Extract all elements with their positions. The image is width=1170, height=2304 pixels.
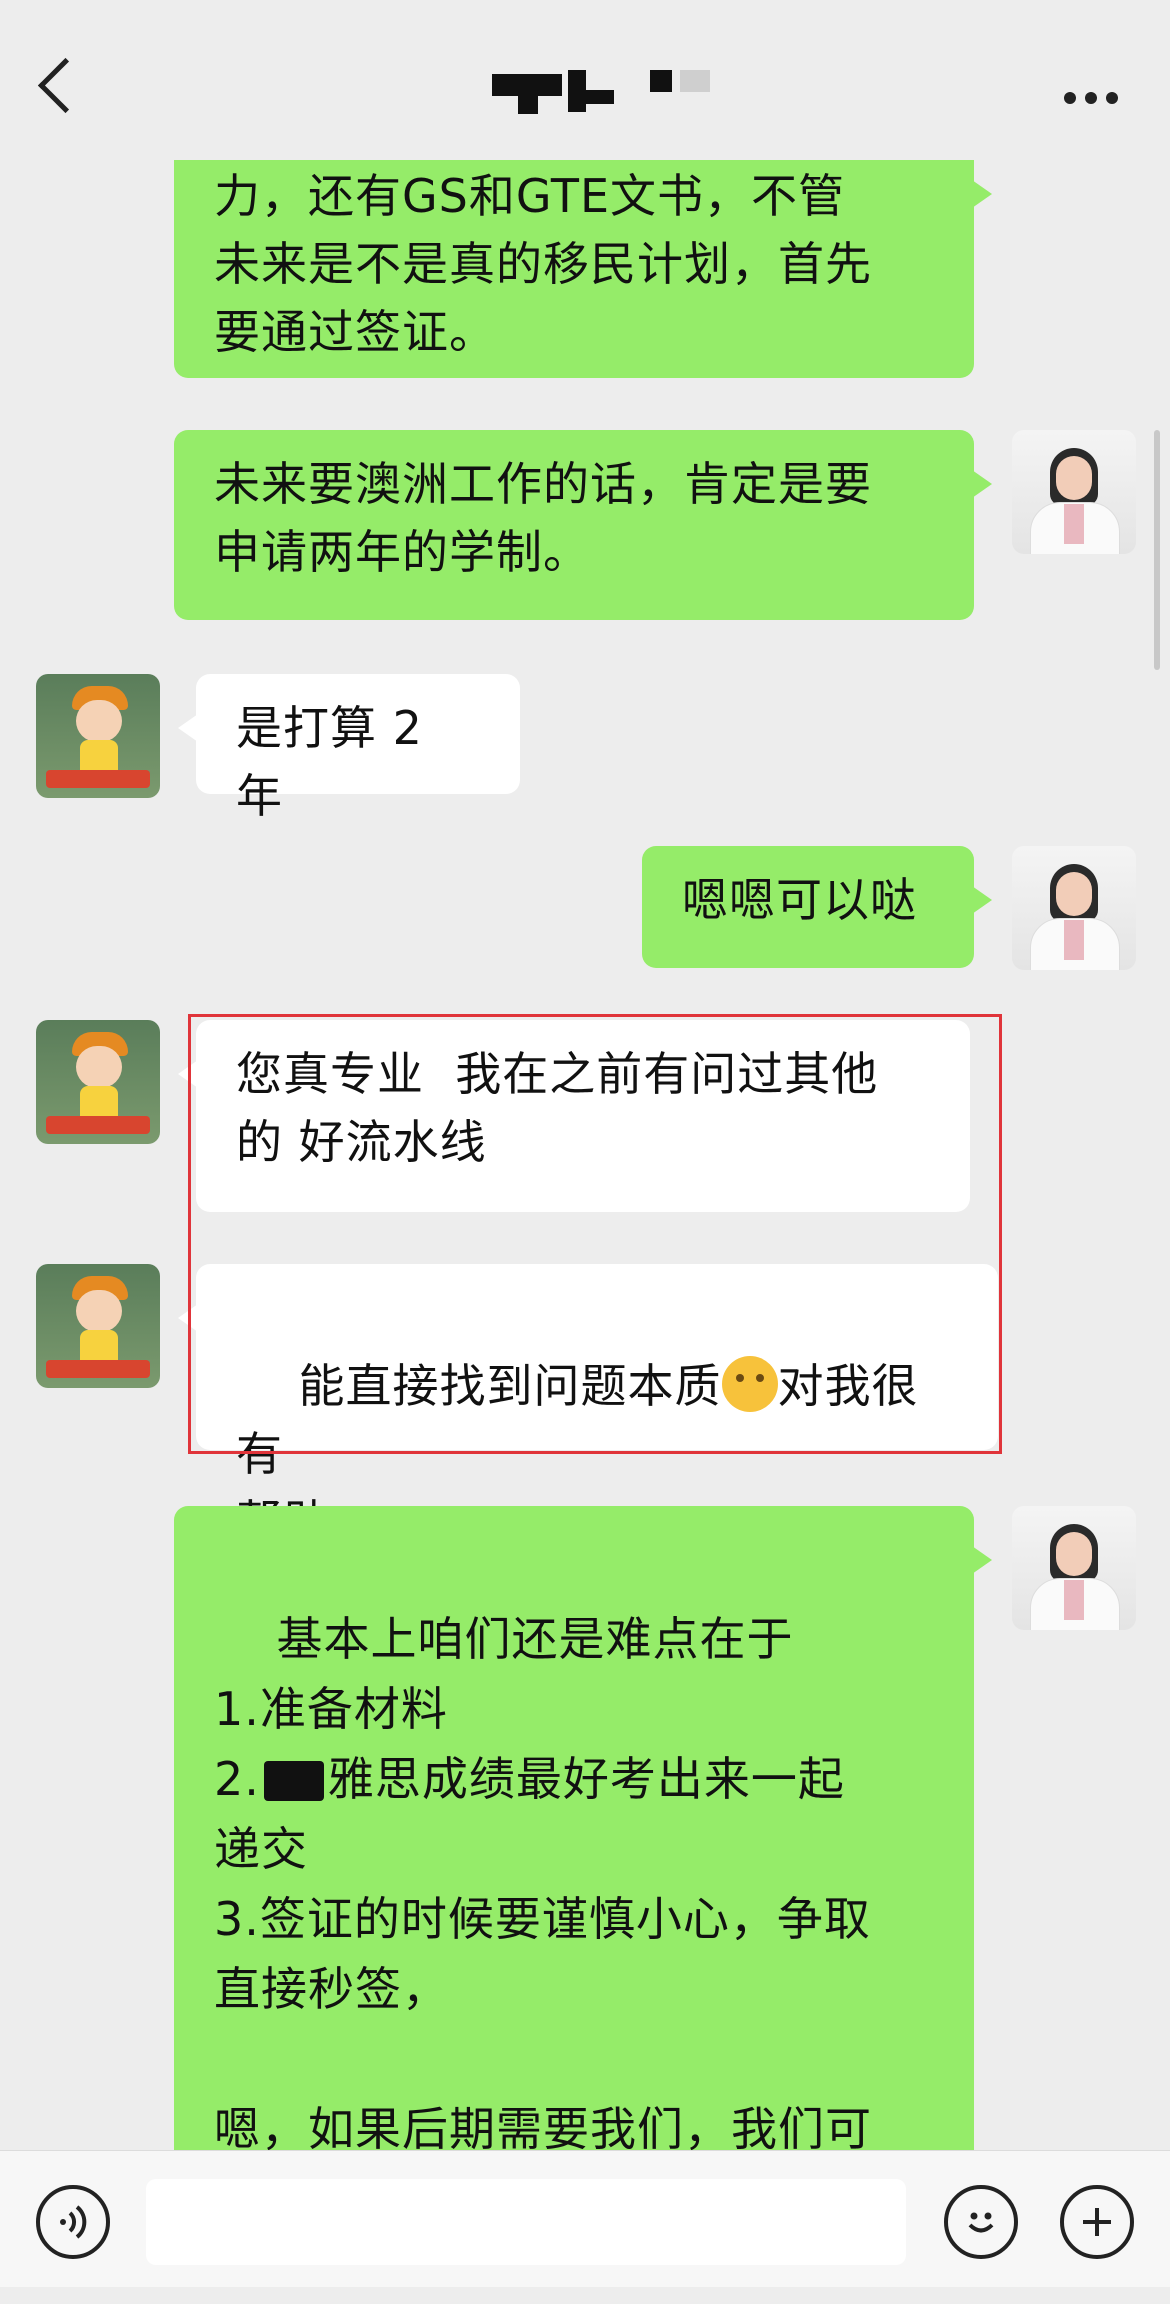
message-input[interactable]	[146, 2179, 906, 2265]
message-bubble-incoming[interactable]: 是打算 2 年	[178, 674, 520, 823]
message-text: 能直接找到问题本质	[298, 1359, 722, 1413]
emoji-icon[interactable]	[944, 2185, 1018, 2259]
message-bubble-outgoing[interactable]: 基本上咱们还是难点在于 1.准备材料 2. 雅思成绩最好考出来一起 递交 3.签证…	[174, 1506, 992, 2226]
avatar-agent[interactable]	[1012, 430, 1136, 554]
thinking-face-icon	[721, 1356, 778, 1412]
scrollbar[interactable]	[1154, 430, 1160, 670]
avatar-agent[interactable]	[1012, 1506, 1136, 1630]
chat-title	[480, 68, 740, 114]
more-horizontal-icon[interactable]	[1064, 92, 1118, 104]
plus-icon[interactable]	[1060, 2185, 1134, 2259]
avatar-student[interactable]	[36, 1264, 160, 1388]
chevron-left-icon[interactable]	[37, 57, 94, 114]
voice-icon[interactable]	[36, 2185, 110, 2259]
redacted-mark	[263, 1761, 324, 1801]
avatar-agent[interactable]	[1012, 846, 1136, 970]
avatar-student[interactable]	[36, 674, 160, 798]
message-composer	[0, 2150, 1170, 2287]
chat-header	[0, 0, 1170, 160]
message-bubble-incoming[interactable]: 能直接找到问题本质对我很有 帮助	[178, 1264, 998, 1549]
message-bubble-outgoing[interactable]: 嗯嗯可以哒	[642, 846, 992, 968]
message-bubble-outgoing[interactable]: 力，还有GS和GTE文书，不管 未来是不是真的移民计划，首先 要通过签证。	[174, 140, 992, 378]
avatar-student[interactable]	[36, 1020, 160, 1144]
message-bubble-outgoing[interactable]: 未来要澳洲工作的话，肯定是要 申请两年的学制。	[174, 430, 992, 620]
message-bubble-incoming[interactable]: 您真专业 我在之前有问过其他 的 好流水线	[178, 1020, 970, 1212]
chat-area[interactable]: 力，还有GS和GTE文书，不管 未来是不是真的移民计划，首先 要通过签证。 未来…	[0, 0, 1170, 2226]
